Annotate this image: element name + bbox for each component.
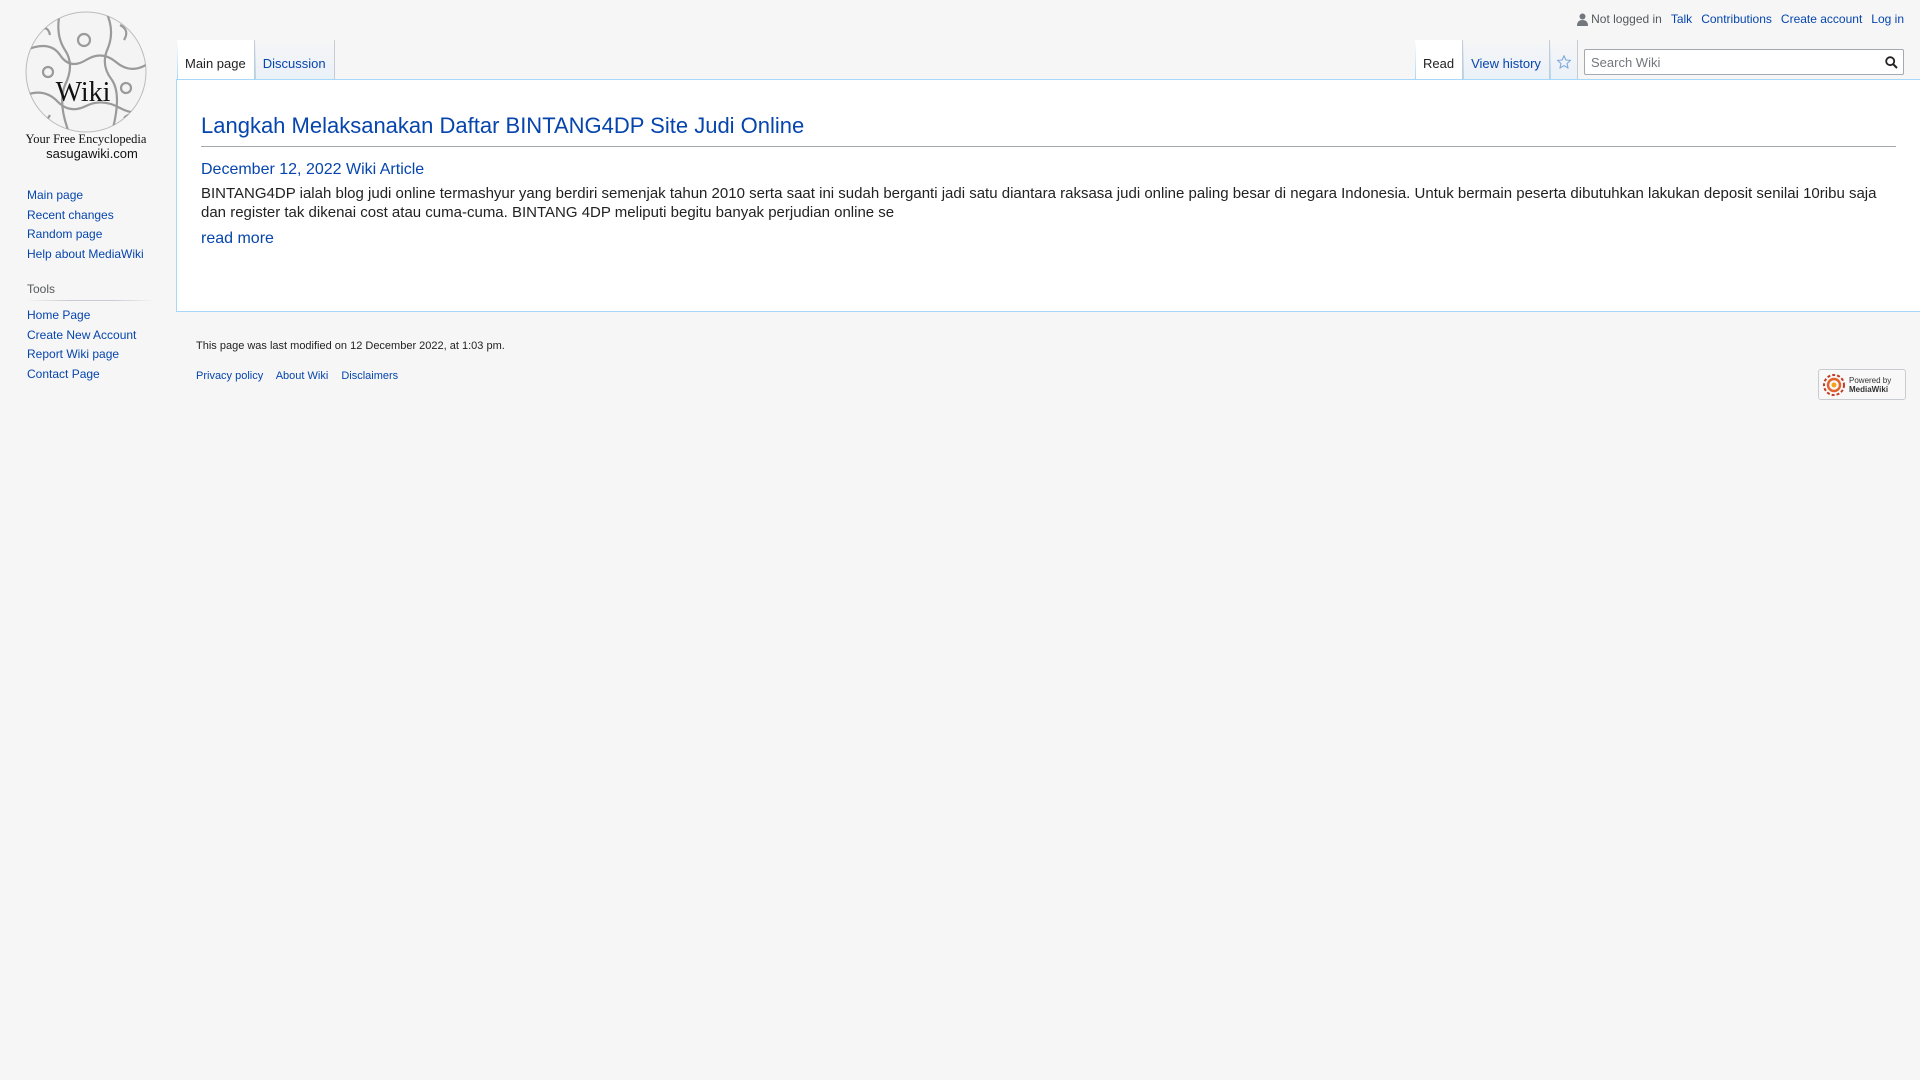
navigation-portlet: Main page Recent changes Random page Hel… (27, 186, 157, 264)
about-wiki-link[interactable]: About Wiki (276, 370, 329, 382)
footer: This page was last modified on 12 Decemb… (196, 340, 1906, 400)
tab-main-page[interactable]: Main page (177, 40, 255, 80)
search-input[interactable] (1585, 50, 1879, 74)
view-tabs: Read View history (1415, 40, 1578, 80)
search-box (1584, 49, 1904, 75)
powered-by-text: Powered by MediaWiki (1849, 376, 1891, 394)
sidebar-item-contact-page[interactable]: Contact Page (27, 367, 100, 381)
read-more-link[interactable]: read more (201, 230, 274, 248)
sidebar-item-random-page[interactable]: Random page (27, 227, 102, 241)
mediawiki-label: MediaWiki (1849, 384, 1889, 394)
content-area: Langkah Melaksanakan Daftar BINTANG4DP S… (176, 79, 1920, 312)
sidebar-item-create-new-account[interactable]: Create New Account (27, 328, 136, 342)
contributions-link[interactable]: Contributions (1701, 12, 1772, 26)
search-icon (1884, 55, 1898, 69)
sidebar-item-help[interactable]: Help about MediaWiki (27, 247, 144, 261)
tab-read[interactable]: Read (1415, 40, 1464, 80)
personal-tools: Not logged in Talk Contributions Create … (1577, 12, 1904, 26)
watch-star-button[interactable] (1549, 40, 1578, 80)
puzzle-globe-logo: Wiki Your Free Encyclopedia sasugawiki.c… (25, 11, 147, 161)
sidebar-item-recent-changes[interactable]: Recent changes (27, 208, 114, 222)
sidebar: Main page Recent changes Random page Hel… (27, 186, 157, 384)
user-icon (1577, 13, 1589, 26)
star-icon (1556, 55, 1571, 69)
tab-view-history[interactable]: View history (1463, 40, 1550, 80)
log-in-link[interactable]: Log in (1871, 12, 1904, 26)
last-modified-text: This page was last modified on 12 Decemb… (196, 340, 505, 352)
tab-discussion[interactable]: Discussion (254, 40, 335, 80)
create-account-link[interactable]: Create account (1781, 12, 1862, 26)
powered-by-label: Powered by (1849, 375, 1892, 385)
logo-tagline: Your Free Encyclopedia (26, 132, 147, 146)
sidebar-item-main-page[interactable]: Main page (27, 188, 83, 202)
disclaimers-link[interactable]: Disclaimers (341, 370, 398, 382)
sidebar-item-home-page[interactable]: Home Page (27, 308, 90, 322)
talk-link[interactable]: Talk (1671, 12, 1692, 26)
logo-domain: sasugawiki.com (46, 146, 138, 161)
powered-by-mediawiki-badge[interactable]: Powered by MediaWiki (1818, 369, 1906, 400)
tools-heading: Tools (27, 282, 155, 301)
namespace-tabs: Main page Discussion (177, 40, 335, 80)
article-excerpt: BINTANG4DP ialah blog judi online termas… (201, 184, 1877, 221)
mediawiki-flower-icon (1823, 373, 1845, 396)
sidebar-item-report-wiki-page[interactable]: Report Wiki page (27, 347, 119, 361)
article-meta: December 12, 2022 Wiki Article (201, 160, 425, 178)
footer-links: Privacy policy About Wiki Disclaimers (196, 370, 1906, 382)
privacy-policy-link[interactable]: Privacy policy (196, 370, 263, 382)
tools-portlet: Home Page Create New Account Report Wiki… (27, 306, 157, 384)
search-button[interactable] (1879, 50, 1903, 74)
site-logo[interactable]: Wiki Your Free Encyclopedia sasugawiki.c… (20, 10, 152, 164)
not-logged-in-label: Not logged in (1591, 12, 1662, 26)
article-title[interactable]: Langkah Melaksanakan Daftar BINTANG4DP S… (201, 113, 804, 138)
logo-title: Wiki (56, 77, 111, 108)
user-status: Not logged in (1577, 12, 1662, 26)
